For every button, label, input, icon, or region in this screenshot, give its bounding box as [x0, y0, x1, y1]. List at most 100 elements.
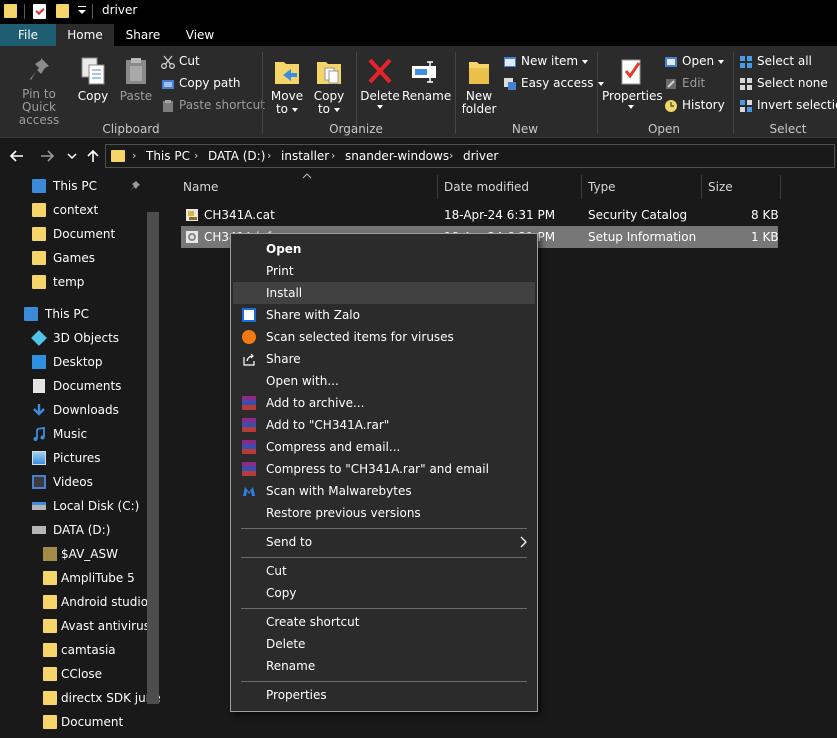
invert-selection-button[interactable]: Invert selection — [739, 96, 837, 116]
title-bar: driver — [0, 0, 837, 24]
menu-item-copy[interactable]: Copy — [233, 582, 535, 604]
properties-button[interactable]: Properties — [602, 56, 663, 109]
cut-button[interactable]: Cut — [161, 52, 200, 72]
edit-button[interactable]: Edit — [664, 74, 705, 94]
history-button[interactable]: History — [664, 96, 725, 116]
menu-item-rename[interactable]: Rename — [233, 655, 535, 677]
delete-button[interactable]: Delete — [360, 56, 400, 109]
folder-icon — [43, 571, 57, 585]
nav-item-label: DATA (D:) — [53, 523, 111, 537]
column-header-size[interactable]: Size — [708, 176, 768, 200]
select-all-icon — [740, 55, 752, 68]
tab-file[interactable]: File — [0, 24, 56, 46]
copy-to-button[interactable]: Copy to — [310, 56, 348, 116]
column-divider[interactable] — [581, 175, 582, 199]
rename-button[interactable]: Rename — [402, 56, 451, 103]
menu-item-scan-viruses[interactable]: Scan selected items for viruses — [233, 326, 535, 348]
copy-to-label-2: to — [317, 102, 331, 116]
pin-to-quick-access-button[interactable]: Pin to Quick access — [4, 56, 74, 127]
tab-share[interactable]: Share — [114, 24, 172, 46]
menu-item-compress-email[interactable]: Compress and email... — [233, 436, 535, 458]
menu-item-compress-rar-email[interactable]: Compress to "CH341A.rar" and email — [233, 458, 535, 480]
table-row[interactable]: CH341A.cat 18-Apr-24 6:31 PM Security Ca… — [181, 204, 779, 226]
menu-separator — [241, 608, 527, 609]
select-all-button[interactable]: Select all — [739, 52, 812, 72]
column-divider[interactable] — [780, 175, 781, 199]
move-to-button[interactable]: Move to — [268, 56, 306, 116]
back-arrow-icon[interactable] — [9, 148, 25, 164]
move-to-label-2: to — [275, 102, 289, 116]
ribbon: Pin to Quick access Copy Paste Cut Copy … — [0, 46, 837, 138]
nav-item-label: Downloads — [53, 403, 119, 417]
menu-item-create-shortcut[interactable]: Create shortcut — [233, 611, 535, 633]
breadcrumb-driver[interactable]: driver — [463, 149, 498, 163]
nav-item-label: Documents — [53, 379, 122, 393]
chevron-down-icon — [582, 59, 589, 64]
breadcrumb-snander-windows[interactable]: snander-windows — [345, 149, 449, 163]
column-divider[interactable] — [701, 175, 702, 199]
menu-item-share-with-zalo[interactable]: Share with Zalo — [233, 304, 535, 326]
menu-item-print[interactable]: Print — [233, 260, 535, 282]
nav-item-this-pc-quick[interactable]: This PC — [32, 175, 146, 197]
nav-item-label: This PC — [45, 307, 89, 321]
select-none-button[interactable]: Select none — [739, 74, 828, 94]
forward-arrow-icon[interactable] — [39, 148, 55, 164]
breadcrumb-separator-icon[interactable]: › — [132, 149, 136, 162]
folder-icon — [32, 203, 46, 217]
recent-locations-chevron-icon[interactable] — [64, 148, 80, 164]
breadcrumb-separator-icon[interactable]: › — [449, 149, 453, 162]
breadcrumb-separator-icon[interactable]: › — [267, 149, 271, 162]
new-folder-button[interactable]: New folder — [458, 56, 500, 116]
nav-item-label: Document — [61, 715, 124, 729]
easy-access-button[interactable]: Easy access — [503, 74, 604, 94]
menu-item-share[interactable]: Share — [233, 348, 535, 370]
menu-item-add-to-rar[interactable]: Add to "CH341A.rar" — [233, 414, 535, 436]
menu-item-add-to-archive[interactable]: Add to archive... — [233, 392, 535, 414]
properties-check-icon[interactable] — [33, 4, 46, 19]
address-bar[interactable]: › This PC › DATA (D:) › installer › snan… — [105, 144, 835, 168]
up-arrow-icon[interactable] — [85, 148, 101, 164]
menu-item-cut[interactable]: Cut — [233, 560, 535, 582]
menu-item-label: Print — [266, 264, 294, 278]
column-divider[interactable] — [437, 175, 438, 199]
menu-item-scan-malwarebytes[interactable]: Scan with Malwarebytes — [233, 480, 535, 502]
tab-home[interactable]: Home — [56, 24, 114, 46]
menu-item-restore-previous[interactable]: Restore previous versions — [233, 502, 535, 524]
paste-shortcut-button[interactable]: Paste shortcut — [161, 96, 265, 116]
scissors-icon — [161, 55, 175, 69]
new-item-button[interactable]: New item — [503, 52, 589, 72]
new-folder-icon[interactable] — [56, 4, 69, 18]
menu-item-delete[interactable]: Delete — [233, 633, 535, 655]
breadcrumb-separator-icon[interactable]: › — [194, 149, 198, 162]
menu-item-install[interactable]: Install — [233, 282, 535, 304]
folder-icon — [43, 619, 57, 633]
folder-icon — [32, 251, 46, 265]
menu-item-open[interactable]: Open — [233, 238, 535, 260]
breadcrumb-data-d[interactable]: DATA (D:) — [208, 149, 265, 163]
share-icon — [243, 353, 255, 366]
scrollbar-thumb[interactable] — [147, 212, 159, 704]
breadcrumb-separator-icon[interactable]: › — [331, 149, 335, 162]
customize-toolbar-icon[interactable] — [77, 5, 87, 17]
breadcrumb-this-pc[interactable]: This PC — [146, 149, 190, 163]
breadcrumb-installer[interactable]: installer — [281, 149, 329, 163]
tab-view[interactable]: View — [172, 24, 228, 46]
new-item-label: New item — [521, 54, 579, 68]
menu-item-send-to[interactable]: Send to — [233, 531, 535, 553]
menu-item-label: Copy — [266, 586, 297, 600]
paste-button[interactable]: Paste — [116, 56, 156, 103]
paste-shortcut-icon — [163, 99, 173, 112]
column-header-date[interactable]: Date modified — [444, 176, 574, 200]
navigation-pane: This PC context Document Games temp This… — [0, 173, 163, 738]
menu-item-properties[interactable]: Properties — [233, 684, 535, 706]
file-size: 1 KB — [751, 230, 779, 244]
column-header-type[interactable]: Type — [588, 176, 698, 200]
copy-path-button[interactable]: Copy path — [161, 74, 241, 94]
copy-button[interactable]: Copy — [76, 56, 110, 103]
open-button[interactable]: Open — [664, 52, 725, 72]
select-none-label: Select none — [757, 76, 828, 90]
menu-item-open-with[interactable]: Open with... — [233, 370, 535, 392]
nav-item-label: 3D Objects — [53, 331, 120, 345]
open-icon — [665, 56, 677, 67]
column-header-name[interactable]: Name — [183, 176, 433, 200]
